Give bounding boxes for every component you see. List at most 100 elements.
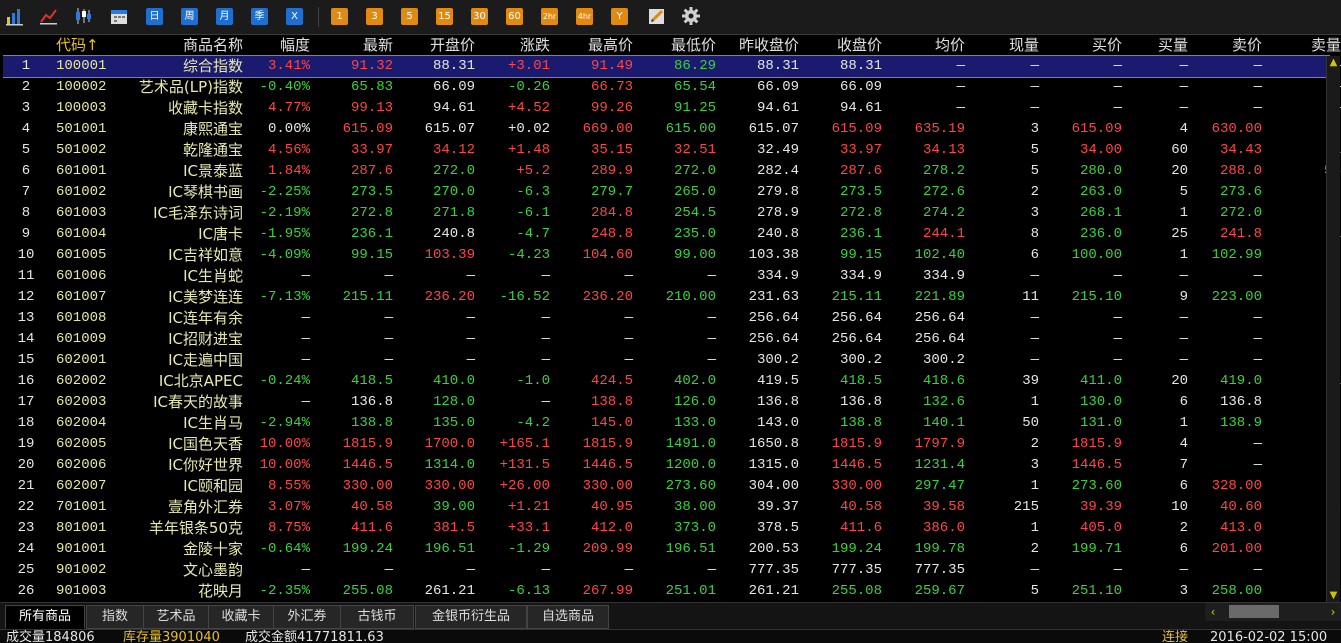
cell-ask: 328.00 — [1211, 478, 1262, 494]
interval-2hr-button[interactable]: 2hr — [541, 8, 558, 25]
bar-chart-icon[interactable] — [4, 5, 26, 27]
interval-60-button[interactable]: 60 — [506, 8, 523, 25]
cell-change-pct: 10.00% — [259, 457, 310, 473]
column-header-name[interactable]: 商品名称 — [183, 36, 243, 56]
cell-change-pct: 8.75% — [267, 520, 310, 536]
cell-bid-vol: 4 — [1179, 121, 1188, 137]
column-header-bid[interactable]: 买价 — [1092, 36, 1122, 56]
scroll-down-icon[interactable]: ▼ — [1327, 589, 1340, 602]
period-quarter-button[interactable]: 季 — [251, 8, 268, 25]
cell-cur-vol: 3 — [1030, 205, 1039, 221]
column-header-high[interactable]: 最高价 — [588, 36, 633, 56]
cell-ask: 223.00 — [1211, 289, 1262, 305]
gear-icon[interactable] — [680, 5, 702, 27]
line-chart-icon[interactable] — [38, 5, 60, 27]
column-header-low[interactable]: 最低价 — [671, 36, 716, 56]
cell-prev-close: 300.2 — [756, 352, 799, 368]
cell-open: 34.12 — [432, 142, 475, 158]
column-header-avg[interactable]: 均价 — [935, 36, 965, 56]
tab-1[interactable]: 指数 — [86, 605, 144, 629]
column-header-ask-vol[interactable]: 卖量 — [1311, 36, 1341, 56]
cell-avg: 418.6 — [922, 373, 965, 389]
cell-row-index: 7 — [21, 184, 31, 200]
cell-name: IC北京APEC — [158, 372, 243, 390]
quote-table[interactable]: 代码↑ 商品名称 幅度 最新 开盘价 涨跌 最高价 最低价 昨收盘价 收盘价 均价 现量 买价 买量 卖价 卖… — [3, 36, 1341, 602]
column-header-cur-vol[interactable]: 现量 — [1009, 36, 1039, 56]
cell-high: 424.5 — [590, 373, 633, 389]
cell-code: 601007 — [56, 289, 107, 305]
column-header-change[interactable]: 涨跌 — [520, 36, 550, 56]
cell-name: IC吉祥如意 — [168, 246, 243, 264]
cell-high: 284.8 — [590, 205, 633, 221]
column-header-code[interactable]: 代码↑ — [56, 36, 99, 56]
column-header-close[interactable]: 收盘价 — [837, 36, 882, 56]
cell-low: 1200.0 — [665, 457, 716, 473]
cell-name: 羊年银条50克 — [148, 519, 243, 537]
cell-prev-close: 88.31 — [756, 58, 799, 74]
cell-close: 99.15 — [839, 247, 882, 263]
tab-4[interactable]: 外汇券 — [273, 605, 341, 629]
cell-ask: 40.60 — [1219, 499, 1262, 515]
cell-last: 615.09 — [342, 121, 393, 137]
cell-code: 602001 — [56, 352, 107, 368]
cell-row-index: 2 — [21, 79, 31, 95]
tab-0[interactable]: 所有商品 — [5, 605, 85, 629]
cell-high: 1815.9 — [582, 436, 633, 452]
cell-open: — — [466, 331, 475, 347]
tab-5[interactable]: 古钱币 — [340, 605, 414, 629]
cell-high: 289.9 — [590, 163, 633, 179]
interval-15-button[interactable]: 15 — [436, 8, 453, 25]
period-x-button[interactable]: X — [286, 8, 303, 25]
column-header-bid-vol[interactable]: 买量 — [1158, 36, 1188, 56]
column-header-prev-close[interactable]: 昨收盘价 — [739, 36, 799, 56]
cell-bid-vol: 1 — [1179, 205, 1188, 221]
interval-3-button[interactable]: 3 — [366, 8, 383, 25]
cell-name: 康熙通宝 — [182, 120, 243, 138]
column-header-last[interactable]: 最新 — [363, 36, 393, 56]
tab-6[interactable]: 金银币衍生品 — [415, 605, 527, 629]
cell-ask: 419.0 — [1219, 373, 1262, 389]
horizontal-scroll-thumb[interactable] — [1229, 605, 1279, 618]
cell-high: 209.99 — [582, 541, 633, 557]
scroll-right-icon[interactable]: › — [1326, 603, 1340, 621]
cell-high: 35.15 — [590, 142, 633, 158]
cell-avg: 274.2 — [922, 205, 965, 221]
pencil-icon[interactable] — [646, 5, 668, 27]
scroll-left-icon[interactable]: ‹ — [1206, 603, 1220, 621]
cell-low: — — [707, 352, 716, 368]
cell-bid-vol: 10 — [1171, 499, 1188, 515]
interval-5-button[interactable]: 5 — [401, 8, 418, 25]
cell-high: 91.49 — [590, 58, 633, 74]
cell-code: 601006 — [56, 268, 107, 284]
toolbar-separator — [318, 7, 319, 27]
interval-year-button[interactable]: Y — [611, 8, 628, 25]
tab-3[interactable]: 收藏卡 — [208, 605, 274, 629]
cell-high: — — [624, 352, 633, 368]
cell-code: 901003 — [56, 583, 107, 599]
interval-30-button[interactable]: 30 — [471, 8, 488, 25]
cell-avg: 272.6 — [922, 184, 965, 200]
period-week-button[interactable]: 周 — [181, 8, 198, 25]
column-header-ask[interactable]: 卖价 — [1232, 36, 1262, 56]
calendar-icon[interactable] — [108, 5, 130, 27]
column-header-open[interactable]: 开盘价 — [430, 36, 475, 56]
cell-change-pct: — — [301, 394, 310, 410]
cell-avg: 34.13 — [922, 142, 965, 158]
period-month-button[interactable]: 月 — [216, 8, 233, 25]
interval-4hr-button[interactable]: 4hr — [576, 8, 593, 25]
candlestick-icon[interactable] — [72, 5, 94, 27]
cell-high: — — [624, 331, 633, 347]
cell-bid: — — [1113, 79, 1122, 95]
status-bar: 成交量184806 库存量3901040 成交金额41771811.63 连接 … — [0, 629, 1341, 643]
cell-low: 272.0 — [673, 163, 716, 179]
interval-1-button[interactable]: 1 — [331, 8, 348, 25]
cell-open: — — [466, 310, 475, 326]
vertical-scrollbar[interactable]: ▲ ▼ — [1326, 56, 1340, 602]
cell-bid-vol: 7 — [1179, 457, 1188, 473]
tab-2[interactable]: 艺术品 — [143, 605, 209, 629]
scroll-up-icon[interactable]: ▲ — [1327, 56, 1340, 69]
period-day-button[interactable]: 日 — [146, 8, 163, 25]
tab-7[interactable]: 自选商品 — [527, 605, 609, 629]
column-header-change-pct[interactable]: 幅度 — [280, 36, 310, 56]
cell-row-index: 23 — [17, 520, 35, 536]
